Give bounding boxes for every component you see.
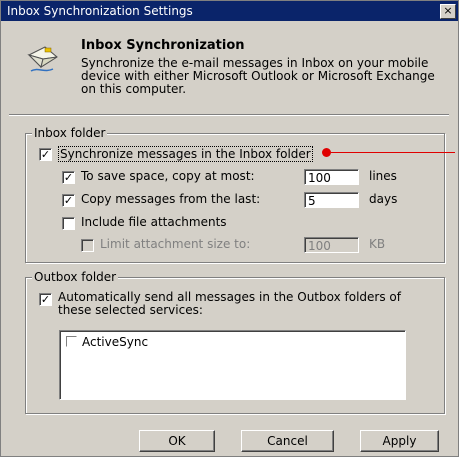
auto-send-label[interactable]: Automatically send all messages in the O…: [58, 291, 428, 317]
service-checkbox[interactable]: [66, 336, 77, 347]
title-bar[interactable]: Inbox Synchronization Settings ×: [1, 1, 458, 21]
mail-envelope-icon: [27, 46, 58, 72]
limit-size-field: 100: [304, 237, 359, 253]
close-button[interactable]: ×: [440, 4, 456, 19]
apply-button[interactable]: Apply: [360, 430, 439, 452]
copy-at-most-label[interactable]: To save space, copy at most:: [81, 169, 255, 183]
check-mark-icon: ✓: [63, 194, 74, 207]
header-separator: [9, 114, 449, 116]
ok-button[interactable]: OK: [139, 430, 215, 452]
check-mark-icon: ✓: [63, 171, 74, 184]
services-list[interactable]: ActiveSync: [59, 330, 406, 400]
service-label: ActiveSync: [82, 335, 149, 349]
copy-last-field[interactable]: 5: [304, 192, 359, 208]
limit-size-label: Limit attachment size to:: [100, 237, 251, 251]
copy-last-label[interactable]: Copy messages from the last:: [81, 192, 260, 206]
sync-inbox-checkbox[interactable]: ✓: [39, 148, 52, 161]
outbox-folder-legend: Outbox folder: [32, 270, 119, 284]
copy-last-checkbox[interactable]: ✓: [62, 194, 75, 207]
annotation-marker-dot: [322, 148, 331, 157]
close-icon: ×: [443, 4, 453, 17]
limit-size-checkbox: [81, 239, 94, 252]
copy-at-most-field[interactable]: 100: [304, 169, 359, 185]
check-mark-icon: ✓: [40, 148, 51, 161]
settings-dialog: Inbox Synchronization Settings × Inbox S…: [0, 0, 459, 457]
auto-send-checkbox[interactable]: ✓: [39, 293, 52, 306]
header-title: Inbox Synchronization: [81, 38, 245, 53]
header-description: Synchronize the e-mail messages in Inbox…: [81, 56, 435, 96]
include-attachments-checkbox[interactable]: [62, 217, 75, 230]
check-mark-icon: ✓: [40, 293, 51, 306]
limit-size-unit: KB: [369, 237, 386, 251]
copy-last-unit: days: [369, 192, 398, 206]
include-attachments-label[interactable]: Include file attachments: [81, 215, 227, 229]
window-title: Inbox Synchronization Settings: [7, 4, 193, 18]
inbox-folder-legend: Inbox folder: [32, 126, 108, 140]
cancel-button[interactable]: Cancel: [241, 430, 334, 452]
annotation-leader-line: [331, 152, 455, 153]
copy-at-most-checkbox[interactable]: ✓: [62, 171, 75, 184]
copy-at-most-unit: lines: [369, 169, 397, 183]
sync-inbox-label[interactable]: Synchronize messages in the Inbox folder: [58, 146, 313, 162]
